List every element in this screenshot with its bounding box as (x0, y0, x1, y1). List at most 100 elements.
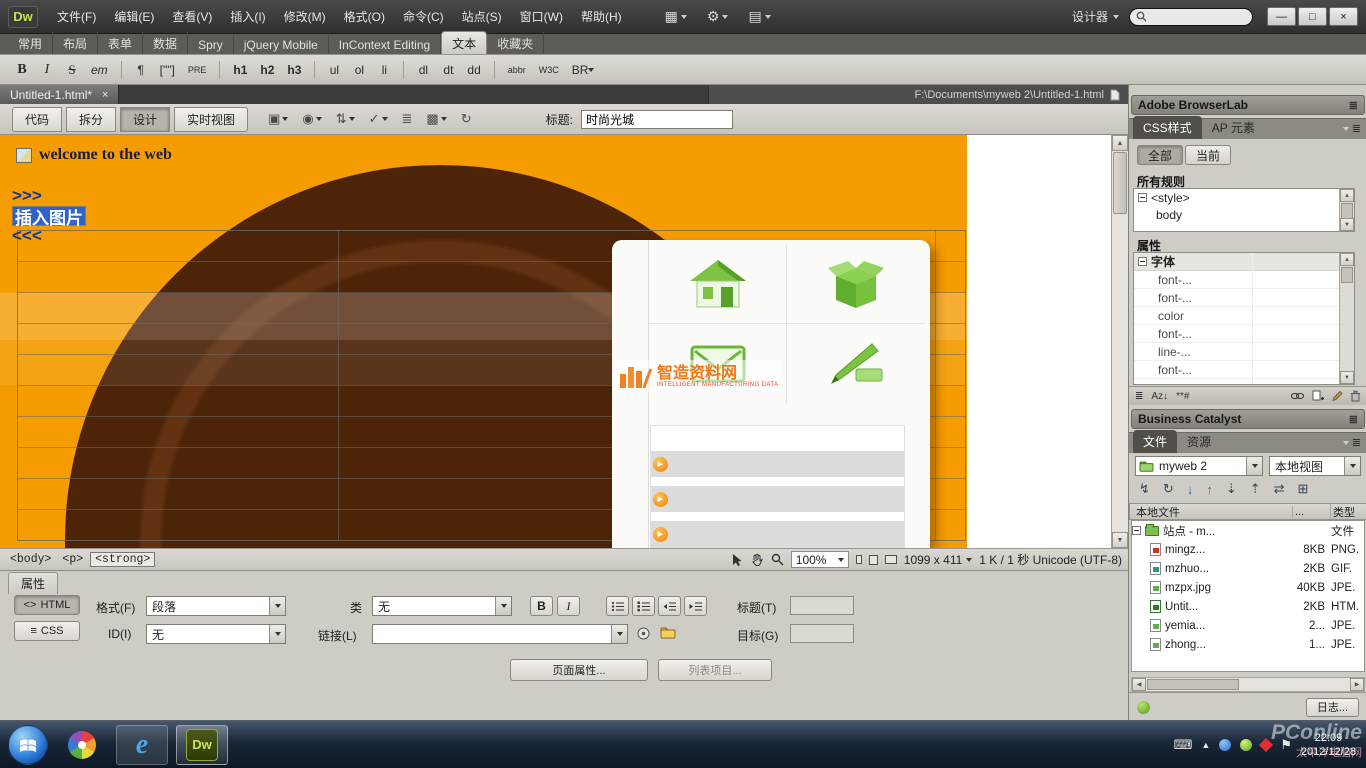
w3c-validation-icon[interactable]: ✓ (369, 111, 388, 127)
css-property-row[interactable]: font-... (1134, 289, 1354, 307)
multiscreen-preview-icon[interactable]: ▣ (268, 111, 288, 127)
column-local-files[interactable]: 本地文件 (1130, 504, 1292, 520)
scroll-up-icon[interactable]: ▲ (1340, 253, 1354, 266)
css-property-row[interactable]: font-... (1134, 325, 1354, 343)
scroll-left-icon[interactable]: ◀ (1132, 678, 1146, 691)
new-rule-icon[interactable] (1312, 390, 1324, 402)
css-property-row[interactable]: color (1134, 307, 1354, 325)
current-rule-button[interactable]: 当前 (1185, 145, 1231, 165)
close-button[interactable]: × (1329, 7, 1358, 26)
live-view-button[interactable]: 实时视图 (174, 107, 248, 132)
css-property-row[interactable]: line-... (1134, 343, 1354, 361)
menu-site[interactable]: 站点(S) (453, 0, 511, 34)
id-select[interactable]: 无 (146, 624, 286, 644)
refresh-icon[interactable]: ↻ (1163, 481, 1174, 497)
style-node[interactable]: <style> (1134, 189, 1354, 206)
italic-property-button[interactable]: I (557, 596, 580, 616)
br-button[interactable]: BR (568, 59, 599, 81)
files-column-headers[interactable]: 本地文件 ... 类型 (1129, 503, 1366, 520)
zoom-tool-icon[interactable] (771, 553, 784, 566)
insert-tab-layout[interactable]: 布局 (53, 32, 98, 54)
view-mode-select[interactable]: 本地视图 (1269, 456, 1361, 476)
keyboard-tray-icon[interactable]: ⌨ (1174, 737, 1193, 753)
preformatted-button[interactable]: PRE (184, 59, 211, 81)
ul-button[interactable]: ul (324, 59, 344, 81)
tag-body[interactable]: <body> (6, 553, 55, 566)
acronym-button[interactable]: W3C (535, 59, 563, 81)
menu-edit[interactable]: 编辑(E) (105, 0, 163, 34)
scrollbar-thumb[interactable] (1147, 679, 1239, 690)
unordered-list-icon[interactable] (606, 596, 629, 616)
file-row[interactable]: Untit... 2KB HTM. (1132, 597, 1364, 616)
link-combobox[interactable] (372, 624, 628, 644)
heading-text[interactable]: welcome to the web (39, 146, 172, 164)
ordered-list-icon[interactable] (632, 596, 655, 616)
check-in-icon[interactable]: ⇡ (1250, 481, 1261, 497)
taskbar-app-media[interactable] (56, 725, 108, 765)
delete-rule-icon[interactable] (1350, 390, 1361, 402)
bold-property-button[interactable]: B (530, 596, 553, 616)
dl-button[interactable]: dl (413, 59, 433, 81)
search-box[interactable] (1129, 8, 1253, 26)
css-property-row[interactable]: font-... (1134, 271, 1354, 289)
menu-window[interactable]: 窗口(W) (511, 0, 572, 34)
tab-close-icon[interactable]: × (102, 89, 108, 101)
body-rule-node[interactable]: body (1134, 206, 1354, 223)
h2-button[interactable]: h2 (256, 59, 278, 81)
collapse-icon[interactable] (1138, 193, 1147, 202)
synchronize-icon[interactable]: ⇄ (1274, 481, 1285, 497)
page-heading[interactable]: welcome to the web (16, 146, 172, 164)
insert-image-line[interactable]: >>>插入图片<<< (12, 186, 86, 246)
check-out-icon[interactable]: ⇣ (1226, 481, 1237, 497)
design-vertical-scrollbar[interactable]: ▲ ▼ (1111, 135, 1128, 548)
column-type[interactable]: 类型 (1330, 504, 1366, 520)
scroll-up-icon[interactable]: ▲ (1112, 135, 1128, 151)
tab-css-styles[interactable]: CSS样式 (1133, 116, 1202, 139)
ol-button[interactable]: ol (349, 59, 369, 81)
document-tab[interactable]: Untitled-1.html* × (0, 85, 119, 104)
code-view-button[interactable]: 代码 (12, 107, 62, 132)
file-row[interactable]: zhong... 1... JPE. (1132, 635, 1364, 654)
column-size[interactable]: ... (1292, 506, 1330, 518)
document-title-input[interactable] (581, 110, 733, 129)
show-hidden-icons[interactable]: ▲ (1201, 740, 1210, 750)
insert-tab-spry[interactable]: Spry (188, 35, 234, 54)
tab-assets[interactable]: 资源 (1177, 430, 1221, 453)
maximize-button[interactable]: □ (1298, 7, 1327, 26)
h3-button[interactable]: h3 (283, 59, 305, 81)
tag-strong[interactable]: <strong> (90, 552, 155, 567)
class-select[interactable]: 无 (372, 596, 512, 616)
panel-menu-icon[interactable]: ≣ (1337, 122, 1366, 139)
file-management-icon[interactable]: ⇅ (336, 111, 355, 127)
scrollbar-thumb[interactable] (1341, 203, 1353, 219)
insert-tab-incontext[interactable]: InContext Editing (329, 35, 441, 54)
file-row[interactable]: mzpx.jpg 40KB JPE. (1132, 578, 1364, 597)
target-field[interactable] (790, 624, 854, 643)
gear-icon[interactable]: ⚙ (707, 8, 729, 25)
visual-aids-icon[interactable]: ▩ (426, 111, 446, 127)
menu-modify[interactable]: 修改(M) (275, 0, 335, 34)
log-button[interactable]: 日志... (1306, 698, 1359, 717)
scrollbar-thumb[interactable] (1113, 152, 1127, 214)
scroll-down-icon[interactable]: ▼ (1340, 218, 1354, 231)
panel-menu-icon[interactable]: ≣ (1337, 436, 1366, 453)
css-mode-button[interactable]: ≡CSS (14, 621, 80, 641)
split-view-button[interactable]: 拆分 (66, 107, 116, 132)
h1-button[interactable]: h1 (229, 59, 251, 81)
design-view-button[interactable]: 设计 (120, 107, 170, 132)
browserlab-panel-header[interactable]: Adobe BrowserLab ≣ (1131, 95, 1365, 115)
page-properties-button[interactable]: 页面属性... (510, 659, 648, 681)
dd-button[interactable]: dd (463, 59, 484, 81)
set-properties-view-icon[interactable]: **# (1176, 391, 1189, 402)
selected-text[interactable]: 插入图片 (12, 206, 86, 226)
properties-scrollbar[interactable]: ▲ ▼ (1339, 253, 1354, 384)
refresh-design-view-icon[interactable]: ↻ (461, 111, 472, 127)
properties-panel-tab[interactable]: 属性 (8, 572, 58, 594)
scroll-up-icon[interactable]: ▲ (1340, 189, 1354, 202)
taskbar-app-ie[interactable]: e (116, 725, 168, 765)
tab-ap-elements[interactable]: AP 元素 (1202, 116, 1265, 139)
get-files-icon[interactable]: ↓ (1187, 482, 1194, 497)
tablet-size-icon[interactable] (869, 555, 878, 565)
point-to-file-icon[interactable] (636, 626, 651, 644)
search-input[interactable] (1150, 11, 1246, 23)
